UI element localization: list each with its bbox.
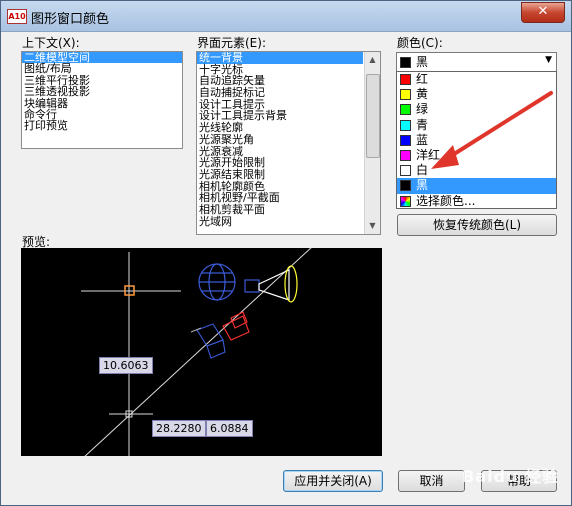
cancel-button[interactable]: 取消	[398, 470, 465, 492]
chevron-down-icon[interactable]: ▼	[545, 55, 552, 65]
interface-element-item[interactable]: 相机剪裁平面	[197, 204, 363, 216]
dimension-tooltip: 6.0884	[206, 420, 253, 437]
color-label: 颜色(C):	[397, 36, 443, 50]
dimension-tooltip: 28.2280	[152, 420, 206, 437]
graphics-window-colors-dialog: A10 图形窗口颜色 ✕ 上下文(X): 二维模型空间 图纸/布局 三维平行投影 三维…	[0, 0, 572, 506]
title-bar: A10 图形窗口颜色 ✕	[1, 1, 571, 32]
context-list-item[interactable]: 打印预览	[22, 120, 182, 131]
watermark: Baidu 经验	[462, 467, 559, 486]
color-combobox[interactable]: 黑 ▼	[396, 52, 557, 72]
interface-element-item[interactable]: 统一背景	[197, 52, 363, 64]
preview-canvas: 10.6063 28.2280 6.0884	[21, 248, 382, 456]
apply-and-close-button[interactable]: 应用并关闭(A)	[283, 470, 383, 492]
color-option[interactable]: 选择颜色...	[397, 194, 556, 209]
autocad-app-icon: A10	[7, 9, 27, 24]
selected-color-swatch	[400, 57, 411, 68]
scroll-down-arrow-icon[interactable]: ▼	[365, 218, 380, 234]
spotlight-cone-icon	[244, 265, 298, 303]
light-sphere-icon	[198, 263, 236, 301]
interface-element-item[interactable]: 自动捕捉标记	[197, 87, 363, 99]
interface-element-listbox[interactable]: 统一背景 十字光标 自动追踪矢量 自动捕捉标记 设计工具提示 设计工具提示背景 光线轮廓 光源…	[196, 51, 381, 235]
color-option-label: 选择颜色...	[416, 193, 476, 208]
interface-element-item[interactable]: 光源聚光角	[197, 134, 363, 146]
restore-classic-colors-button[interactable]: 恢复传统颜色(L)	[397, 214, 557, 236]
context-label: 上下文(X):	[22, 36, 80, 50]
close-button[interactable]: ✕	[521, 2, 565, 23]
context-list-item[interactable]: 三维透视投影	[22, 86, 182, 97]
color-picker-icon	[400, 195, 411, 207]
interface-element-item[interactable]: 光源结束限制	[197, 169, 363, 181]
dimension-tooltip: 10.6063	[99, 357, 153, 374]
interface-element-items: 统一背景 十字光标 自动追踪矢量 自动捕捉标记 设计工具提示 设计工具提示背景 光线轮廓 光源…	[197, 52, 363, 227]
scroll-thumb[interactable]	[366, 74, 380, 158]
annotation-arrow-icon	[431, 91, 553, 169]
scroll-up-arrow-icon[interactable]: ▲	[365, 52, 380, 68]
interface-element-label: 界面元素(E):	[197, 36, 266, 50]
interface-element-item[interactable]: 光域网	[197, 216, 363, 228]
interface-element-scrollbar[interactable]: ▲ ▼	[364, 52, 380, 234]
context-listbox[interactable]: 二维模型空间 图纸/布局 三维平行投影 三维透视投影 块编辑器 命令行 打印预览	[21, 51, 183, 149]
window-title: 图形窗口颜色	[31, 12, 110, 27]
selected-color-name: 黑	[416, 55, 429, 69]
